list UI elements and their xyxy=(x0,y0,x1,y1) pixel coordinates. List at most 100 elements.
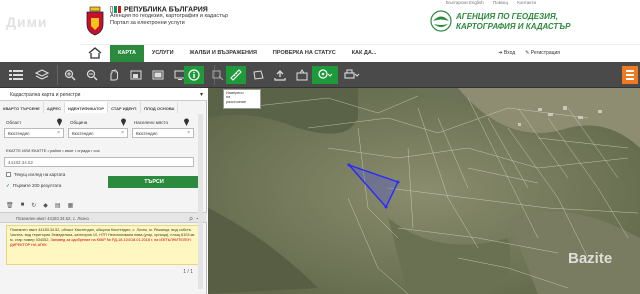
register-label: Регистрация xyxy=(530,50,560,56)
measure-area-button[interactable] xyxy=(248,66,268,84)
chevron-down-icon[interactable]: ▾ xyxy=(200,91,203,98)
select-button[interactable] xyxy=(208,66,228,84)
watermark-left: Дими xyxy=(6,14,48,30)
layers-list-button[interactable] xyxy=(4,66,28,84)
zoom-out-icon xyxy=(86,69,98,81)
result-header[interactable]: Поземлен имот 44183.34.52, с. Лозно ⌕+ xyxy=(0,212,207,223)
export-button[interactable] xyxy=(292,66,312,84)
first-200-label: Първите 200 резултата xyxy=(12,183,62,188)
watermark-right: Bazite xyxy=(568,250,613,267)
zoom-in-icon xyxy=(64,69,76,81)
full-extent-button[interactable] xyxy=(148,66,168,84)
map-pin-icon[interactable] xyxy=(183,117,190,126)
site-header: Дими РЕПУБЛИКА БЪЛГАРИЯ Агенция по геоде… xyxy=(0,0,640,44)
obshtina-value: Кюстендил xyxy=(72,131,94,136)
base-layers-button[interactable] xyxy=(30,66,54,84)
result-line: Поземлен имот 44183.34.52, област Кюстен… xyxy=(10,228,153,232)
current-view-checkbox[interactable]: Текущ изглед на картата xyxy=(6,172,65,178)
measure-distance-button[interactable] xyxy=(226,66,246,84)
subtab-plan-base[interactable]: ПЛОД ОСНОВА xyxy=(141,102,179,113)
tab-complaints[interactable]: ЖАЛБИ И ВЪЗРАЖЕНИЯ xyxy=(182,45,265,62)
result-line-order: Заповед за одобрение на КККР № РД-18-104… xyxy=(50,237,191,242)
info-icon xyxy=(188,69,200,81)
close-icon[interactable]: × xyxy=(121,130,124,136)
info-button[interactable] xyxy=(184,66,204,84)
map-pin-icon[interactable] xyxy=(120,117,127,126)
close-icon[interactable]: × xyxy=(187,130,190,136)
gov-portal-line: Портал за електронни услуги xyxy=(110,20,185,27)
ruler-icon xyxy=(230,69,242,81)
upload-button[interactable] xyxy=(270,66,290,84)
printer-icon xyxy=(344,69,360,79)
document-icon[interactable]: ▤ xyxy=(55,202,61,209)
gov-title: РЕПУБЛИКА БЪЛГАРИЯ xyxy=(123,6,208,14)
vertex-marker[interactable] xyxy=(384,205,388,209)
pan-button[interactable] xyxy=(104,66,124,84)
agency-name: АГЕНЦИЯ ПО ГЕОДЕЗИЯ, КАРТОГРАФИЯ И КАДАС… xyxy=(456,12,570,32)
select-icon xyxy=(212,70,224,81)
obshtina-select[interactable]: Кюстендил × xyxy=(68,128,128,138)
checkbox-box[interactable] xyxy=(6,172,11,178)
map-pin-icon[interactable] xyxy=(56,117,63,126)
side-panel-button[interactable] xyxy=(622,66,638,84)
grid-icon xyxy=(626,70,634,80)
help-link[interactable]: Помощ xyxy=(493,0,508,5)
window-icon xyxy=(130,70,142,80)
polygon-icon xyxy=(253,70,264,80)
location-button[interactable] xyxy=(312,66,338,84)
vertex-marker[interactable] xyxy=(347,163,351,167)
settlement-select[interactable]: Кюстендил × xyxy=(132,128,194,138)
identifier-input[interactable]: 44183.34.52 xyxy=(4,157,194,167)
first-200-checkbox[interactable]: ✓ Първите 200 резултата xyxy=(6,183,61,189)
main-navigation: КАРТА УСЛУГИ ЖАЛБИ И ВЪЗРАЖЕНИЯ ПРОВЕРКА… xyxy=(80,44,640,62)
subtab-address[interactable]: АДРЕС xyxy=(44,102,65,113)
refresh-icon[interactable]: ↻ xyxy=(31,202,36,209)
language-link[interactable]: Български English xyxy=(446,0,484,5)
vertex-marker[interactable] xyxy=(396,180,400,184)
oblast-select[interactable]: Кюстендил × xyxy=(4,128,64,138)
settlement-value: Кюстендил xyxy=(136,131,158,136)
stack-icon xyxy=(35,69,49,80)
results-pager: 1 / 1 xyxy=(0,266,207,294)
tab-status-check[interactable]: ПРОВЕРКА НА СТАТУС xyxy=(265,45,344,62)
stop-icon[interactable]: ■ xyxy=(21,202,25,208)
upload-icon xyxy=(274,70,286,81)
auth-links: ➜ Вход ✎ Регистрация xyxy=(498,50,560,56)
home-icon[interactable] xyxy=(88,47,102,59)
oblast-label: Област xyxy=(6,120,22,125)
marker-icon[interactable]: ◆ xyxy=(43,202,48,209)
tab-map[interactable]: КАРТА xyxy=(110,45,144,62)
subtab-old-identifier[interactable]: СТАР ИДЕНТ. xyxy=(108,102,142,113)
search-button[interactable]: ТЪРСИ xyxy=(108,176,200,188)
panel-title[interactable]: Кадастрална карта и регистри ▾ xyxy=(0,88,207,101)
panel-scrollbar[interactable] xyxy=(198,114,203,289)
subtab-identifier[interactable]: ИДЕНТИФИКАТОР xyxy=(64,102,109,113)
checkmark-icon[interactable]: ✓ xyxy=(6,183,10,188)
register-link[interactable]: ✎ Регистрация xyxy=(525,50,560,56)
subtab-quick-search[interactable]: КВАРТО ТЪРСЕНЕ xyxy=(0,102,44,113)
location-pin-icon xyxy=(318,69,333,79)
zoom-in-button[interactable] xyxy=(60,66,80,84)
hand-icon xyxy=(110,69,118,81)
extent-icon xyxy=(152,70,164,80)
zoom-out-button[interactable] xyxy=(82,66,102,84)
contacts-link[interactable]: Контакти xyxy=(517,0,536,5)
export-icon xyxy=(296,69,308,81)
login-link[interactable]: ➜ Вход xyxy=(498,50,515,56)
table-icon[interactable]: ▦ xyxy=(68,202,74,209)
page-indicator: 1 / 1 xyxy=(183,269,193,275)
search-subtabs: КВАРТО ТЪРСЕНЕ АДРЕС ИДЕНТИФИКАТОР СТАР … xyxy=(0,102,207,113)
previous-extent-button[interactable] xyxy=(126,66,146,84)
coat-of-arms-icon xyxy=(86,6,104,36)
close-icon[interactable]: × xyxy=(57,130,60,136)
gov-agency-line: Агенция по геодезия, картография и кадас… xyxy=(110,13,229,20)
tab-services[interactable]: УСЛУГИ xyxy=(144,45,182,62)
government-title-block: РЕПУБЛИКА БЪЛГАРИЯ Агенция по геодезия, … xyxy=(110,6,270,27)
map-toolbar xyxy=(0,62,640,88)
tab-how-to[interactable]: КАК ДА... xyxy=(344,45,385,62)
panel-title-label: Кадастрална карта и регистри xyxy=(10,92,81,98)
trash-icon[interactable]: 🗑 xyxy=(6,202,14,209)
print-button[interactable] xyxy=(340,66,364,84)
zoom-to-icon[interactable]: ⌕ xyxy=(189,214,193,223)
agency-name-line2: КАРТОГРАФИЯ И КАДАСТЪР xyxy=(456,22,571,31)
